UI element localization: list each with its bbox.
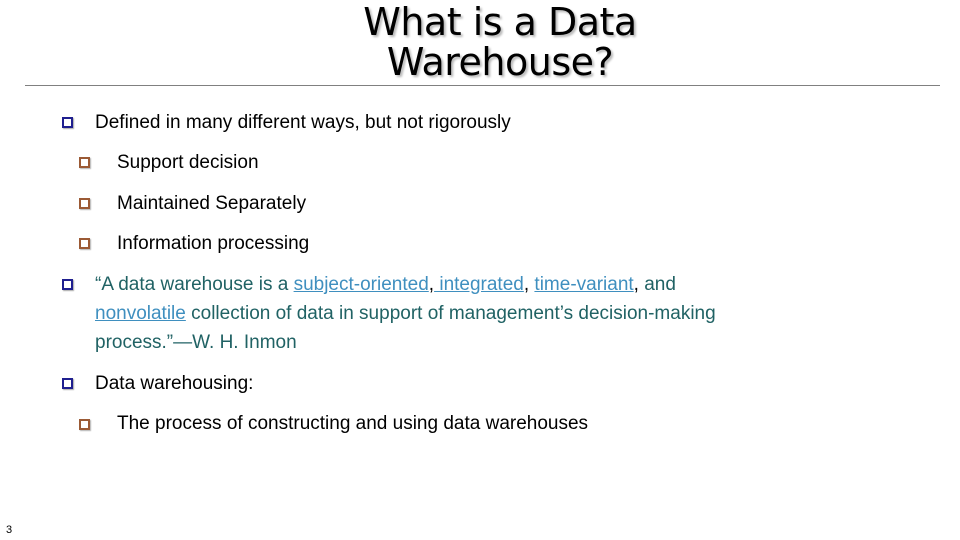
sub-bullet-information-processing: Information processing xyxy=(117,233,310,254)
title-line-2: Warehouse? xyxy=(386,40,614,84)
quote-line-2: nonvolatile collection of data in suppor… xyxy=(95,303,716,324)
inmon-quote: “A data warehouse is a subject-oriented,… xyxy=(95,270,855,357)
title-line-1: What is a Data xyxy=(363,0,637,44)
bullet-data-warehousing: Data warehousing: xyxy=(95,373,254,394)
sub-bullet-maintained-separately: Maintained Separately xyxy=(117,193,307,214)
title-divider xyxy=(25,85,940,86)
sub-bullet-process: The process of constructing and using da… xyxy=(117,413,589,434)
bullet-defined: Defined in many different ways, but not … xyxy=(95,112,511,133)
checkbox-bullet-icon xyxy=(62,378,73,389)
slide-title: What is a Data Warehouse? xyxy=(340,2,660,82)
checkbox-bullet-icon xyxy=(62,279,73,290)
quote-line-1: “A data warehouse is a subject-oriented,… xyxy=(95,274,676,295)
checkbox-bullet-icon xyxy=(79,238,90,249)
sub-bullet-support-decision: Support decision xyxy=(117,152,259,173)
term-integrated[interactable]: integrated xyxy=(434,274,524,295)
checkbox-bullet-icon xyxy=(79,419,90,430)
term-subject-oriented[interactable]: subject-oriented xyxy=(294,274,429,295)
checkbox-bullet-icon xyxy=(79,198,90,209)
checkbox-bullet-icon xyxy=(79,157,90,168)
page-number: 3 xyxy=(6,524,13,536)
quote-line-3: process.”—W. H. Inmon xyxy=(95,332,297,353)
term-time-variant[interactable]: time-variant xyxy=(534,274,633,295)
term-nonvolatile[interactable]: nonvolatile xyxy=(95,303,186,324)
checkbox-bullet-icon xyxy=(62,117,73,128)
